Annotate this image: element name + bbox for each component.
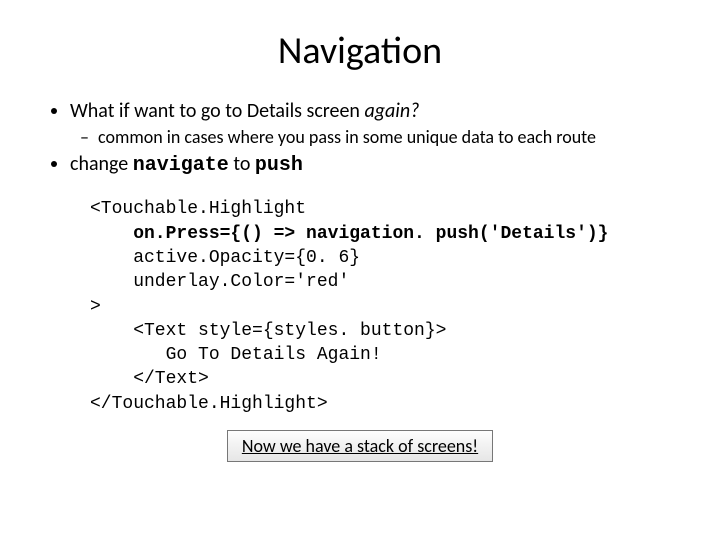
bullet-2-code1: navigate <box>133 154 229 177</box>
bullet-2-mid: to <box>229 152 255 176</box>
bullet-1-text: What if want to go to Details screen <box>70 99 364 123</box>
bullet-2-prefix: change <box>70 152 133 176</box>
code-block: <Touchable.Highlight on.Press={() => nav… <box>90 197 690 416</box>
code-line-3: active.Opacity={0. 6} <box>90 248 360 268</box>
bullet-1: What if want to go to Details screen aga… <box>70 98 690 149</box>
slide: Navigation What if want to go to Details… <box>0 0 720 540</box>
code-line-4: underlay.Color='red' <box>90 272 349 292</box>
code-line-6: <Text style={styles. button}> <box>90 321 446 341</box>
bullet-1-sublist: common in cases where you pass in some u… <box>70 126 690 149</box>
code-line-1: <Touchable.Highlight <box>90 199 306 219</box>
bullet-1-italic: again? <box>364 99 419 123</box>
code-line-2: on.Press={() => navigation. push('Detail… <box>90 224 608 244</box>
code-line-7: Go To Details Again! <box>90 345 382 365</box>
slide-title: Navigation <box>30 28 690 74</box>
bullet-1-sub: common in cases where you pass in some u… <box>98 126 690 149</box>
caption-box: Now we have a stack of screens! <box>227 430 493 462</box>
bullet-2-code2: push <box>255 154 303 177</box>
bullet-list: What if want to go to Details screen aga… <box>30 98 690 179</box>
bullet-2: change navigate to push <box>70 151 690 179</box>
code-line-9: </Touchable.Highlight> <box>90 394 328 414</box>
code-line-8: </Text> <box>90 369 209 389</box>
code-line-5: > <box>90 297 101 317</box>
